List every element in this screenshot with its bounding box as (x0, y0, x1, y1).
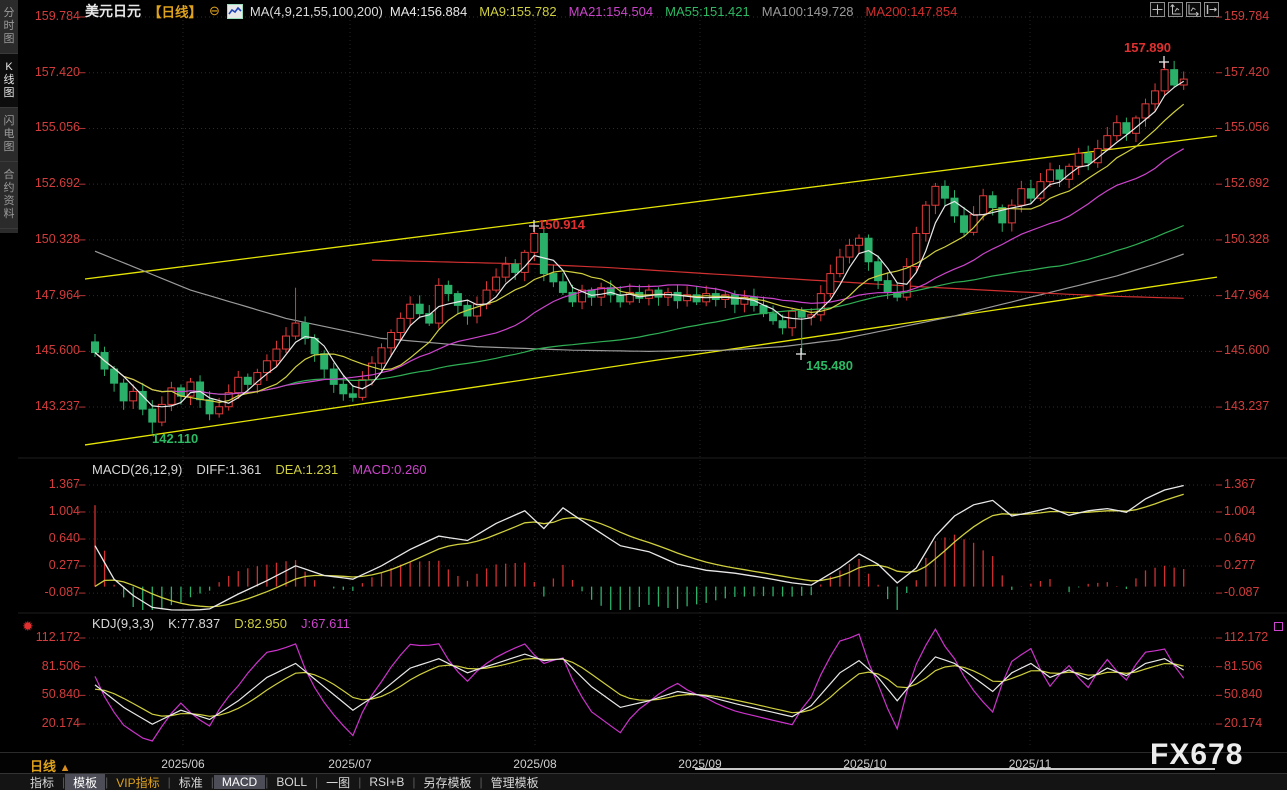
toolbar-item-管理模板[interactable]: 管理模板 (483, 774, 547, 790)
date-label: 2025/08 (500, 757, 570, 771)
axis-label: 157.420 (18, 65, 80, 79)
x-axis-scale-icon[interactable] (1186, 2, 1201, 17)
axis-label: 1.367 (1224, 477, 1286, 491)
axis-label: 0.640 (18, 531, 80, 545)
toolbar-item-RSI+B[interactable]: RSI+B (361, 775, 412, 789)
axis-label: 1.004 (1224, 504, 1286, 518)
ma-value: MA100:149.728 (762, 4, 854, 19)
axis-label: 20.174 (1224, 716, 1286, 730)
mini-chart-icon[interactable] (227, 4, 243, 19)
zoom-out-icon[interactable]: ⊖ (209, 3, 220, 19)
axis-label: 147.964 (18, 288, 80, 302)
axis-label: 157.420 (1224, 65, 1286, 79)
axis-label: 152.692 (18, 176, 80, 190)
axis-label: 50.840 (18, 687, 80, 701)
kdj-header-value: D:82.950 (234, 616, 287, 631)
kdj-header-value: KDJ(9,3,3) (92, 616, 154, 631)
toolbar-item-一图[interactable]: 一图 (318, 774, 358, 790)
axis-label: 143.237 (18, 399, 80, 413)
axis-label: 0.640 (1224, 531, 1286, 545)
pan-icon[interactable] (1150, 2, 1165, 17)
axis-label: 81.506 (1224, 659, 1286, 673)
kdj-header-value: K:77.837 (168, 616, 220, 631)
axis-label: 0.277 (18, 558, 80, 572)
ma-values: MA4:156.884 MA9:155.782 MA21:154.504 MA55:1… (390, 4, 957, 19)
price-annotation: 142.110 (152, 431, 198, 446)
axis-label: 1.004 (18, 504, 80, 518)
axis-label: 0.277 (1224, 558, 1286, 572)
sidebar-item-合约资料[interactable]: 合约资料 (0, 162, 18, 229)
date-label: 2025/07 (315, 757, 385, 771)
axis-label: 112.172 (18, 630, 80, 644)
bottom-toolbar: 指标|模板|VIP指标|标准|MACD|BOLL|一图|RSI+B|另存模板|管… (0, 773, 1287, 790)
axis-label: 147.964 (1224, 288, 1286, 302)
toolbar-item-MACD[interactable]: MACD (214, 775, 265, 789)
chart-canvas[interactable] (0, 0, 1287, 790)
scrollbar[interactable] (695, 768, 1215, 770)
toolbar-item-模板[interactable]: 模板 (65, 774, 105, 790)
trading-app-window: 分时图K线图闪电图合约资料 美元日元 【日线】 ⊖ MA(4,9,21,55,1… (0, 0, 1287, 790)
axis-label: 155.056 (1224, 120, 1286, 134)
price-annotation: 150.914 (538, 217, 585, 232)
axis-label: 159.784 (18, 9, 80, 23)
macd-panel-header: MACD(26,12,9) DIFF:1.361 DEA:1.231 MACD:0.2… (92, 462, 427, 477)
chart-header: 美元日元 【日线】 ⊖ MA(4,9,21,55,100,200) MA4:15… (85, 2, 957, 20)
macd-header-value: DIFF:1.361 (196, 462, 261, 477)
axis-label: 112.172 (1224, 630, 1286, 644)
axis-label: 159.784 (1224, 9, 1286, 23)
kdj-panel-header: KDJ(9,3,3) K:77.837 D:82.950 J:67.611 (92, 616, 350, 631)
toolbar-item-VIP指标[interactable]: VIP指标 (108, 774, 167, 790)
y-axis-scale-icon[interactable] (1168, 2, 1183, 17)
ma-params-label: MA(4,9,21,55,100,200) (250, 4, 383, 19)
axis-label: 152.692 (1224, 176, 1286, 190)
axis-label: 20.174 (18, 716, 80, 730)
sidebar-item-闪电图[interactable]: 闪电图 (0, 108, 18, 162)
axis-label: 50.840 (1224, 687, 1286, 701)
sidebar-item-分时图[interactable]: 分时图 (0, 0, 18, 54)
kdj-header-value: J:67.611 (301, 616, 350, 631)
axis-label: -0.087 (18, 585, 80, 599)
axis-label: 150.328 (1224, 232, 1286, 246)
macd-header-value: DEA:1.231 (275, 462, 338, 477)
ma-value: MA55:151.421 (665, 4, 750, 19)
macd-header-value: MACD:0.260 (352, 462, 426, 477)
shift-right-icon[interactable] (1204, 2, 1219, 17)
axis-label: 155.056 (18, 120, 80, 134)
date-label: 2025/06 (148, 757, 218, 771)
ma-value: MA21:154.504 (569, 4, 654, 19)
time-axis-row: 日线 ▲ 2025/062025/072025/082025/092025/10… (0, 752, 1287, 774)
axis-label: 81.506 (18, 659, 80, 673)
toolbar-item-另存模板[interactable]: 另存模板 (415, 774, 479, 790)
axis-label: 145.600 (18, 343, 80, 357)
ma-value: MA4:156.884 (390, 4, 467, 19)
axis-label: 143.237 (1224, 399, 1286, 413)
ma-value: MA200:147.854 (866, 4, 958, 19)
axis-label: 145.600 (1224, 343, 1286, 357)
watermark: FX678 (1150, 738, 1243, 772)
sidebar-item-K线图[interactable]: K线图 (0, 54, 18, 108)
period-title: 【日线】 (148, 1, 202, 21)
price-annotation: 157.890 (1124, 40, 1171, 55)
toolbar-item-指标[interactable]: 指标 (22, 774, 62, 790)
axis-label: 1.367 (18, 477, 80, 491)
ma-value: MA9:155.782 (479, 4, 556, 19)
chart-toolbar-icons (1150, 2, 1219, 17)
axis-label: -0.087 (1224, 585, 1286, 599)
axis-label: 150.328 (18, 232, 80, 246)
symbol-title: 美元日元 (85, 1, 141, 21)
chart-type-sidebar: 分时图K线图闪电图合约资料 (0, 0, 18, 233)
toolbar-item-标准[interactable]: 标准 (171, 774, 211, 790)
toolbar-item-BOLL[interactable]: BOLL (268, 775, 315, 789)
macd-header-value: MACD(26,12,9) (92, 462, 182, 477)
price-annotation: 145.480 (806, 358, 853, 373)
period-selector-label: 日线 (30, 759, 56, 774)
